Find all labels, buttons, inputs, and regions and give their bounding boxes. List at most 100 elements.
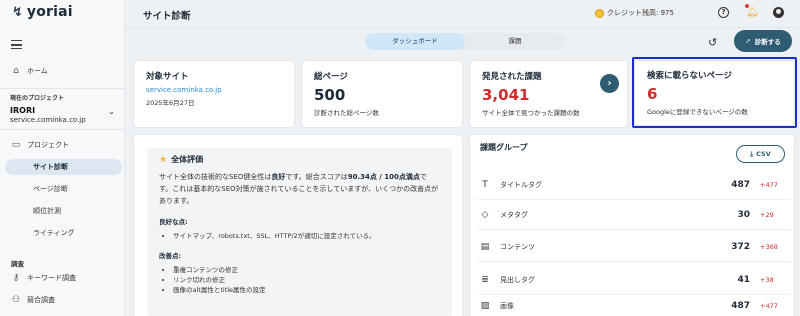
eval-bold-1: 良好 xyxy=(271,173,286,181)
group-label: メタタグ xyxy=(500,210,528,219)
eval-bold-2: 90.34点 / 100点満点 xyxy=(347,173,420,181)
card-total-pages: 総ページ 500 診断された総ページ数 xyxy=(301,60,463,128)
help-icon[interactable]: ? xyxy=(718,7,729,18)
project-selector[interactable]: 現在のプロジェクト IRORI service.cominka.co.jp ⌄ xyxy=(0,88,125,130)
target-site-title: 対象サイト xyxy=(146,72,189,82)
sidebar-item-writing[interactable]: ライティング xyxy=(5,225,122,241)
found-issues-value: 3,041 xyxy=(482,86,530,104)
nav-keyword-label: キーワード調査 xyxy=(27,274,76,282)
top-bar: サイト診断 クレジット残高: 975 ? 🔔︎ xyxy=(125,0,800,28)
logo-mark-icon: ↯ xyxy=(12,4,23,20)
credit-balance: クレジット残高: 975 xyxy=(595,8,674,18)
group-diff: +38 xyxy=(760,275,774,284)
card-target-site: 対象サイト service.cominka.co.jp 2025年6月27日 xyxy=(133,60,295,128)
sidebar-item-rank-tracking[interactable]: 順位計測 xyxy=(5,203,122,219)
list-item: 重複コンテンツの修正 xyxy=(173,265,440,275)
improve-points-label: 改善点: xyxy=(159,252,182,260)
credit-text: クレジット残高: 975 xyxy=(607,9,674,17)
eval-text-2: です。総合スコアは xyxy=(285,173,348,181)
star-icon: ★ xyxy=(159,154,168,165)
nav-keyword-research[interactable]: ⚷ キーワード調査 xyxy=(11,273,76,283)
evaluation-title: ★ 全体評価 xyxy=(159,154,440,165)
survey-section-label: 調査 xyxy=(11,260,24,268)
list-item: サイトマップ、robots.txt、SSL、HTTP/2が適切に設定されている。 xyxy=(173,231,440,241)
found-issues-title: 発見された課題 xyxy=(482,72,542,82)
nav-competitor-research[interactable]: ⚇ 競合調査 xyxy=(11,295,55,305)
group-diff: +368 xyxy=(760,242,778,251)
target-site-link[interactable]: service.cominka.co.jp xyxy=(146,86,282,94)
issue-group-row[interactable]: ◇ メタタグ 30 +29 xyxy=(478,200,790,230)
csv-download-button[interactable]: ⤓ CSV xyxy=(736,145,785,163)
home-icon: ⌂ xyxy=(13,66,19,76)
nav-competitor-label: 競合調査 xyxy=(27,296,55,304)
content-icon: ▤ xyxy=(480,241,490,252)
sidebar: ↯ yoriai ⌂ ホーム 現在のプロジェクト IRORI service.c… xyxy=(0,0,125,316)
group-count: 487 xyxy=(731,301,750,311)
total-pages-title: 総ページ xyxy=(314,72,348,82)
group-count: 372 xyxy=(731,241,750,252)
total-pages-value: 500 xyxy=(314,86,346,104)
issue-group-row[interactable]: ≣ 見出しタグ 41 +38 xyxy=(478,265,790,295)
issue-group-row[interactable]: ▨ 画像 487 +477 xyxy=(478,296,790,316)
nav-home-label: ホーム xyxy=(27,67,48,75)
heading-icon: ≣ xyxy=(481,274,489,285)
issue-groups-title: 課題グループ xyxy=(480,143,528,152)
diagnose-button[interactable]: ➚ 診断する xyxy=(734,30,792,52)
nav-home[interactable]: ⌂ ホーム xyxy=(11,66,48,76)
arrow-right-icon[interactable]: › xyxy=(600,74,619,93)
evaluation-title-text: 全体評価 xyxy=(171,155,204,164)
competitor-icon: ⚇ xyxy=(11,295,21,305)
key-icon: ⚷ xyxy=(12,273,20,283)
issue-group-row[interactable]: T タイトルタグ 487 +477 xyxy=(478,170,790,200)
issue-group-row[interactable]: ▤ コンテンツ 372 +368 xyxy=(478,232,790,262)
tag-icon: ◇ xyxy=(481,209,489,220)
highlight-box xyxy=(632,57,797,128)
title-tag-icon: T xyxy=(482,179,488,190)
project-name: IRORI xyxy=(10,106,36,115)
chevron-down-icon[interactable]: ⌄ xyxy=(108,107,115,116)
nav-project-label: プロジェクト xyxy=(27,141,69,149)
total-pages-caption: 診断された総ページ数 xyxy=(314,109,379,117)
logo[interactable]: ↯ yoriai xyxy=(12,4,73,20)
account-icon[interactable] xyxy=(773,7,784,18)
group-label: コンテンツ xyxy=(500,242,535,251)
evaluation-summary: サイト全体の技術的なSEO健全性は良好です。総合スコアは90.34点 / 100… xyxy=(159,171,440,207)
group-label: 見出しタグ xyxy=(500,275,535,284)
good-points-label: 良好な点: xyxy=(159,218,188,226)
good-points-list: サイトマップ、robots.txt、SSL、HTTP/2が適切に設定されている。 xyxy=(159,231,440,241)
group-diff: +477 xyxy=(760,180,778,189)
nav-project[interactable]: ▭ プロジェクト xyxy=(11,140,69,150)
list-item: 画像のalt属性とtitle属性の設定 xyxy=(173,285,440,295)
history-icon[interactable]: ↺ xyxy=(708,36,717,49)
logo-text: yoriai xyxy=(26,4,73,20)
group-label: 画像 xyxy=(500,302,514,310)
group-count: 30 xyxy=(737,209,750,220)
view-tabs: ダッシュボード 課題 xyxy=(365,33,565,50)
target-site-date: 2025年6月27日 xyxy=(146,99,195,107)
project-domain: service.cominka.co.jp xyxy=(10,116,86,124)
folder-icon: ▭ xyxy=(11,140,21,150)
list-item: リンク切れの修正 xyxy=(173,275,440,285)
group-count: 487 xyxy=(731,179,750,190)
page-title: サイト診断 xyxy=(143,11,191,22)
csv-button-label: CSV xyxy=(756,150,771,158)
diagnose-button-label: 診断する xyxy=(754,38,781,46)
coin-icon xyxy=(595,8,604,18)
eval-text-1: サイト全体の技術的なSEO健全性は xyxy=(159,173,272,181)
tab-dashboard[interactable]: ダッシュボード xyxy=(365,33,465,50)
improve-points-list: 重複コンテンツの修正 リンク切れの修正 画像のalt属性とtitle属性の設定 xyxy=(159,265,440,295)
image-icon: ▨ xyxy=(480,301,490,311)
menu-icon[interactable] xyxy=(11,40,22,49)
found-issues-caption: サイト全体で見つかった課題の数 xyxy=(482,109,580,117)
group-diff: +477 xyxy=(760,302,778,310)
current-project-label: 現在のプロジェクト xyxy=(10,95,65,102)
card-found-issues: 発見された課題 3,041 サイト全体で見つかった課題の数 › xyxy=(469,60,628,128)
tab-issues[interactable]: 課題 xyxy=(465,33,565,50)
overall-evaluation: ★ 全体評価 サイト全体の技術的なSEO健全性は良好です。総合スコアは90.34… xyxy=(147,148,452,316)
download-icon: ⤓ xyxy=(750,149,754,158)
bell-icon[interactable]: 🔔︎ xyxy=(746,7,759,18)
sidebar-item-site-diagnosis[interactable]: サイト診断 xyxy=(5,159,122,175)
group-count: 41 xyxy=(737,274,750,285)
group-label: タイトルタグ xyxy=(500,180,542,189)
sidebar-item-page-diagnosis[interactable]: ページ診断 xyxy=(5,181,122,197)
